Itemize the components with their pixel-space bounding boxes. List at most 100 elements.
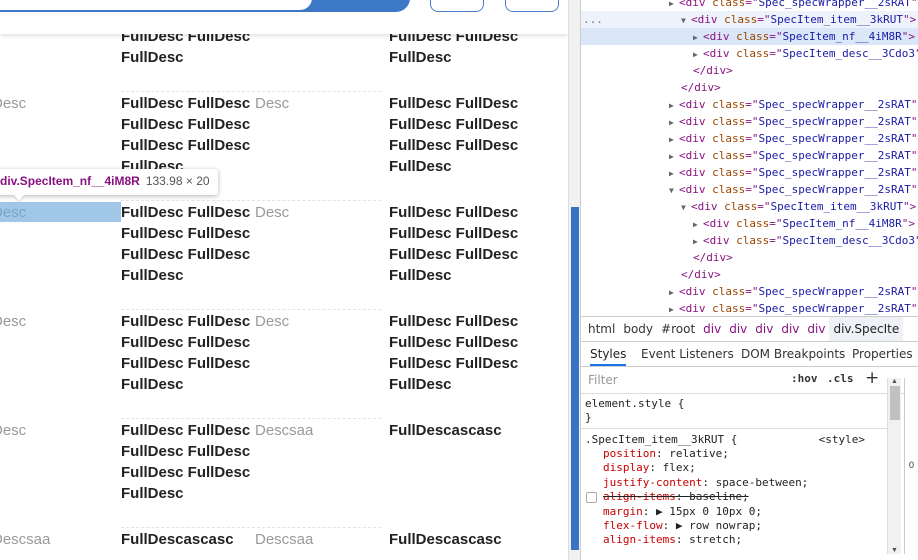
css-property[interactable]: justify-content — [603, 476, 702, 489]
expand-triangle-icon[interactable]: ▶ — [669, 114, 679, 131]
box-model-edge-value: 0 — [909, 460, 915, 470]
css-declaration[interactable]: align-items: stretch; — [603, 533, 742, 547]
css-property[interactable]: position — [603, 447, 656, 460]
breadcrumb-item[interactable]: html — [584, 317, 619, 341]
expand-triangle-icon[interactable]: ▶ — [693, 29, 703, 46]
dom-node[interactable]: </div> — [581, 249, 918, 266]
breadcrumb-item[interactable]: div — [751, 317, 777, 341]
css-property[interactable]: align-items — [603, 533, 676, 546]
expand-triangle-icon[interactable]: ▶ — [693, 233, 703, 250]
breadcrumb-item[interactable]: body — [619, 317, 657, 341]
dom-node[interactable]: ▶<div class="SpecItem_desc__3Cdo3"> — [581, 45, 918, 62]
dom-tag-name: div — [709, 234, 730, 247]
css-declaration[interactable]: justify-content: space-between; — [603, 476, 808, 490]
styles-scroll-thumb[interactable] — [890, 386, 900, 420]
row-separator — [121, 91, 381, 92]
cls-toggle[interactable]: .cls — [827, 372, 854, 385]
expand-triangle-icon[interactable]: ▶ — [669, 165, 679, 182]
expand-triangle-icon[interactable]: ▶ — [669, 284, 679, 301]
css-value[interactable]: relative; — [669, 447, 729, 460]
page-scrollbar[interactable] — [568, 0, 580, 560]
dom-class-value: SpecItem_item__3kRUT — [770, 200, 903, 213]
scroll-down-icon[interactable]: ▼ — [891, 547, 898, 554]
hov-toggle[interactable]: :hov — [791, 372, 818, 385]
dom-node[interactable]: ▶<div class="Spec_specWrapper__2sRAT"> — [581, 0, 918, 11]
expand-triangle-icon[interactable]: ▶ — [669, 97, 679, 114]
css-declaration[interactable]: align-items: baseline; — [603, 490, 749, 504]
dom-node[interactable]: ▶ <div class="SpecItem_nf__4iM8R"> — [581, 28, 918, 45]
css-declaration[interactable]: margin: ▶ 15px 0 10px 0; — [603, 505, 762, 519]
search-input[interactable] — [0, 0, 312, 10]
header-button-2[interactable] — [505, 0, 559, 12]
header-button-1[interactable] — [430, 0, 484, 12]
breadcrumb-item[interactable]: #root — [657, 317, 699, 341]
css-declaration[interactable]: display: flex; — [603, 461, 696, 475]
element-style-selector[interactable]: element.style { — [585, 397, 684, 411]
dom-node[interactable]: </div> — [581, 62, 918, 79]
dom-node[interactable]: ▶<div class="Spec_specWrapper__2sRAT"> — [581, 300, 918, 316]
dom-tag-name: div — [709, 30, 730, 43]
breadcrumb-item[interactable]: div — [725, 317, 751, 341]
css-value[interactable]: stretch; — [689, 533, 742, 546]
dom-node[interactable]: ▶<div class="Spec_specWrapper__2sRAT"> — [581, 164, 918, 181]
page-scroll-thumb[interactable] — [571, 207, 579, 550]
styles-scrollbar[interactable]: ▲ ▼ — [887, 378, 901, 554]
dom-class-value: SpecItem_nf__4iM8R — [782, 217, 902, 230]
dom-tag-name: div — [709, 217, 730, 230]
row-separator — [121, 200, 381, 201]
dom-tag-name: div — [685, 285, 706, 298]
css-property[interactable]: flex-flow — [603, 519, 663, 532]
spec-label: Desc — [0, 313, 27, 330]
collapse-triangle-icon[interactable]: ▼ — [669, 182, 679, 199]
expand-triangle-icon[interactable]: ▶ — [669, 131, 679, 148]
dom-node[interactable]: ▼<div class="Spec_specWrapper__2sRAT"> — [581, 181, 918, 198]
tab-event-listeners[interactable]: Event Listeners — [641, 342, 734, 366]
dom-class-value: Spec_specWrapper__2sRAT — [758, 285, 911, 298]
expand-triangle-icon[interactable]: ▶ — [693, 46, 703, 63]
rule-selector[interactable]: .SpecItem_item__3kRUT { — [585, 433, 737, 447]
dom-node[interactable]: ▶<div class="Spec_specWrapper__2sRAT"> — [581, 113, 918, 130]
css-value[interactable]: space-between; — [716, 476, 809, 489]
breadcrumb-item[interactable]: div.SpecIte — [829, 317, 904, 341]
filter-input[interactable]: Filter — [585, 371, 779, 390]
expand-triangle-icon[interactable]: ▶ — [669, 301, 679, 316]
dom-class-value: Spec_specWrapper__2sRAT — [758, 98, 911, 111]
dom-node[interactable]: ▶<div class="Spec_specWrapper__2sRAT"> — [581, 283, 918, 300]
breadcrumb-item[interactable]: div — [803, 317, 829, 341]
css-value[interactable]: ▶ 15px 0 10px 0; — [656, 505, 762, 518]
css-property[interactable]: display — [603, 461, 649, 474]
expand-triangle-icon[interactable]: ▶ — [693, 216, 703, 233]
scroll-up-icon[interactable]: ▲ — [891, 378, 898, 385]
rule-source-link[interactable]: <style> — [819, 433, 865, 447]
tab-styles[interactable]: Styles — [590, 342, 627, 366]
css-declaration[interactable]: flex-flow: ▶ row nowrap; — [603, 519, 762, 533]
dom-node[interactable]: ▶<div class="SpecItem_desc__3Cdo3"> — [581, 232, 918, 249]
css-property[interactable]: align-items — [603, 490, 676, 503]
dom-node[interactable]: ▼ <div class="SpecItem_item__3kRUT"> — [581, 198, 918, 215]
css-value[interactable]: flex; — [663, 461, 696, 474]
element-style-close: } — [585, 411, 592, 424]
dom-tag-name: div — [697, 13, 718, 26]
more-dots-icon[interactable]: ... — [583, 11, 603, 28]
dom-class-value: Spec_specWrapper__2sRAT — [758, 183, 911, 196]
breadcrumb-item[interactable]: div — [699, 317, 725, 341]
breadcrumb-item[interactable]: div — [777, 317, 803, 341]
dom-node[interactable]: ▶<div class="Spec_specWrapper__2sRAT"> — [581, 147, 918, 164]
declaration-checkbox[interactable] — [586, 492, 597, 504]
dom-node[interactable]: </div> — [581, 266, 918, 283]
dom-node[interactable]: ▶<div class="Spec_specWrapper__2sRAT"> — [581, 96, 918, 113]
collapse-triangle-icon[interactable]: ▼ — [681, 12, 691, 29]
dom-node[interactable]: ▶<div class="Spec_specWrapper__2sRAT"> — [581, 130, 918, 147]
css-declaration[interactable]: position: relative; — [603, 447, 729, 461]
dom-node[interactable]: ▶ <div class="SpecItem_nf__4iM8R"> — [581, 215, 918, 232]
collapse-triangle-icon[interactable]: ▼ — [681, 199, 691, 216]
css-value[interactable]: ▶ row nowrap; — [676, 519, 762, 532]
dom-node[interactable]: ... ▼ <div class="SpecItem_item__3kRUT"> — [581, 11, 918, 28]
css-property[interactable]: margin — [603, 505, 643, 518]
dom-node[interactable]: </div> — [581, 79, 918, 96]
add-rule-button[interactable]: + — [865, 368, 879, 388]
tab-dom-breakpoints[interactable]: DOM Breakpoints — [741, 342, 845, 366]
tab-properties[interactable]: Properties — [852, 342, 913, 366]
css-value[interactable]: baseline; — [689, 490, 749, 503]
expand-triangle-icon[interactable]: ▶ — [669, 148, 679, 165]
